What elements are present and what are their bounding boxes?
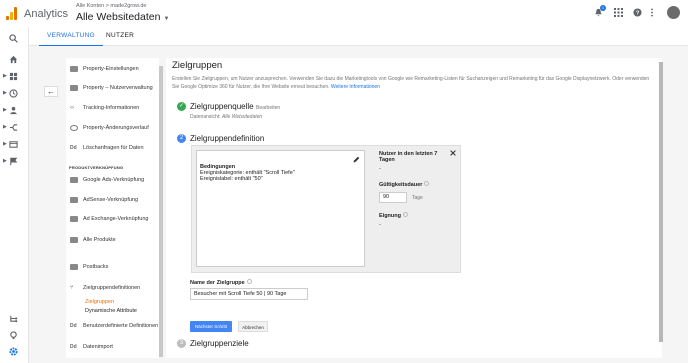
step-goals-title[interactable]: Zielgruppenziele bbox=[190, 339, 249, 348]
ads-icon bbox=[70, 176, 78, 183]
help-icon[interactable] bbox=[424, 181, 430, 186]
expand-arrow-icon: ▶ bbox=[3, 124, 7, 130]
step-definition-title: Zielgruppendefinition bbox=[190, 134, 265, 143]
close-icon[interactable] bbox=[450, 150, 456, 156]
help-icon[interactable]: ? bbox=[633, 8, 642, 17]
page-description: Erstellen Sie Zielgruppen, um Nutzer anz… bbox=[172, 76, 650, 90]
expand-arrow-icon: ▶ bbox=[3, 107, 7, 113]
edit-link[interactable]: Bearbeiten bbox=[256, 105, 280, 111]
duration-unit: Tage bbox=[412, 195, 423, 201]
audience-icon[interactable] bbox=[9, 106, 18, 115]
check-icon: ✓ bbox=[177, 102, 186, 111]
admin-tabs: VERWALTUNG NUTZER bbox=[29, 27, 688, 47]
next-step-button[interactable]: Nächster Schritt bbox=[190, 321, 232, 332]
conversions-icon[interactable] bbox=[9, 157, 18, 166]
audience-name-label: Name der Zielgruppe bbox=[190, 279, 252, 286]
search-icon[interactable] bbox=[9, 34, 18, 43]
help-icon[interactable] bbox=[403, 212, 408, 217]
acquisition-icon[interactable] bbox=[9, 123, 18, 132]
step-number-3: 3 bbox=[177, 339, 186, 348]
nav-all-products[interactable]: Alle Produkte bbox=[70, 234, 116, 246]
property-nav: Property-Einstellungen Property – Nutzer… bbox=[66, 58, 160, 358]
more-info-link[interactable]: Weitere Informationen bbox=[331, 84, 380, 90]
history-icon bbox=[70, 124, 78, 131]
expand-arrow-icon: ▶ bbox=[3, 141, 7, 147]
nav-audience-definitions[interactable]: ⑂ Zielgruppendefinitionen bbox=[70, 282, 140, 294]
page-title: Zielgruppen bbox=[172, 60, 223, 71]
step-number-2: 2 bbox=[177, 134, 186, 143]
nav-adexchange-link[interactable]: Ad Exchange-Verknüpfung bbox=[70, 213, 148, 225]
nav-change-history[interactable]: Property-Änderungsverlauf bbox=[70, 122, 149, 134]
users-last-7-days-label: Nutzer in den letzten 7 Tagen bbox=[379, 151, 438, 163]
duration-input[interactable]: 90 bbox=[379, 192, 407, 203]
cancel-button[interactable]: Abbrechen bbox=[238, 321, 268, 332]
apps-grid-icon[interactable] bbox=[614, 8, 623, 17]
analytics-logo-icon bbox=[6, 7, 18, 20]
property-nav-scrollbar[interactable] bbox=[159, 66, 163, 357]
nav-property-settings[interactable]: Property-Einstellungen bbox=[70, 63, 139, 75]
users-icon bbox=[70, 84, 78, 91]
expand-arrow-icon: ▶ bbox=[3, 158, 7, 164]
adexchange-icon bbox=[70, 215, 78, 222]
tab-verwaltung[interactable]: VERWALTUNG bbox=[38, 32, 104, 47]
section-header-product-linking: PRODUKTVERKNÜPFUNG bbox=[69, 165, 124, 170]
adsense-icon bbox=[70, 196, 78, 203]
nav-postbacks[interactable]: Postbacks bbox=[70, 261, 108, 273]
left-nav: ▶ ▶ ▶ ▶ ▶ ▶ bbox=[0, 27, 29, 363]
notification-badge: 1 bbox=[600, 5, 606, 11]
app-name: Analytics bbox=[24, 8, 69, 20]
behavior-icon[interactable] bbox=[9, 140, 18, 149]
account-selector[interactable]: Alle Websitedaten ▼ bbox=[76, 11, 169, 23]
step-source-subtitle: Datenansicht: Alle Websitedaten bbox=[190, 114, 263, 120]
help-icon[interactable] bbox=[246, 279, 252, 284]
avatar[interactable] bbox=[667, 6, 680, 19]
nav-sub-dynamic-attributes[interactable]: Dynamische Attribute bbox=[85, 308, 137, 314]
chevron-down-icon: ▼ bbox=[163, 16, 170, 22]
more-vert-icon[interactable] bbox=[650, 8, 654, 17]
expand-arrow-icon: ▶ bbox=[3, 73, 7, 79]
tab-nutzer[interactable]: NUTZER bbox=[106, 32, 134, 39]
nav-property-user-management[interactable]: Property – Nutzerverwaltung bbox=[70, 82, 153, 94]
customization-icon[interactable] bbox=[9, 72, 18, 81]
edit-pencil-icon[interactable] bbox=[353, 156, 360, 163]
home-icon[interactable] bbox=[9, 55, 18, 64]
expand-arrow-icon: ▶ bbox=[3, 90, 7, 96]
dd-icon: Dd bbox=[70, 144, 77, 151]
products-icon bbox=[70, 236, 78, 243]
users-last-7-days-value: - bbox=[379, 166, 381, 172]
nav-data-deletion[interactable]: Dd Löschanfragen für Daten bbox=[70, 142, 144, 154]
code-icon: ‹› bbox=[70, 104, 74, 111]
eligibility-label: Eignung bbox=[379, 212, 408, 219]
main-scrollbar[interactable] bbox=[659, 62, 663, 342]
audience-name-input[interactable]: Besucher mit Scroll Tiefe 50 | 90 Tage bbox=[190, 288, 308, 300]
attribution-icon[interactable] bbox=[9, 314, 18, 323]
nav-data-import[interactable]: Dd Datenimport bbox=[70, 341, 113, 353]
discover-icon[interactable] bbox=[9, 331, 18, 340]
svg-text:?: ? bbox=[636, 11, 640, 17]
nav-sub-audiences[interactable]: Zielgruppen bbox=[80, 298, 160, 306]
dd-icon: Dd bbox=[70, 343, 77, 350]
nav-custom-definitions[interactable]: Dd Benutzerdefinierte Definitionen bbox=[70, 320, 158, 332]
duration-label: Gültigkeitsdauer bbox=[379, 181, 430, 188]
back-arrow-icon[interactable]: ← bbox=[44, 86, 58, 97]
audience-def-icon: ⑂ bbox=[70, 284, 74, 291]
nav-adsense-link[interactable]: AdSense-Verknüpfung bbox=[70, 194, 138, 206]
breadcrumb[interactable]: Alle Konten > made2grow.de bbox=[76, 3, 146, 9]
account-name: Alle Websitedaten bbox=[76, 11, 161, 23]
realtime-icon[interactable] bbox=[9, 89, 18, 98]
dd-icon: Dd bbox=[70, 322, 77, 329]
eligibility-value: - bbox=[379, 222, 381, 228]
step-audience-source-title: Zielgruppenquelle bbox=[190, 102, 254, 111]
top-bar: Analytics Alle Konten > made2grow.de All… bbox=[0, 0, 688, 27]
condition-line-2: Ereignislabel: enthält "50" bbox=[200, 176, 263, 182]
nav-tracking-info[interactable]: ‹› Tracking-Informationen bbox=[70, 102, 139, 114]
admin-icon[interactable] bbox=[9, 347, 18, 356]
settings-icon bbox=[70, 65, 78, 72]
nav-google-ads-link[interactable]: Google Ads-Verknüpfung bbox=[70, 174, 144, 186]
postbacks-icon bbox=[70, 263, 78, 270]
